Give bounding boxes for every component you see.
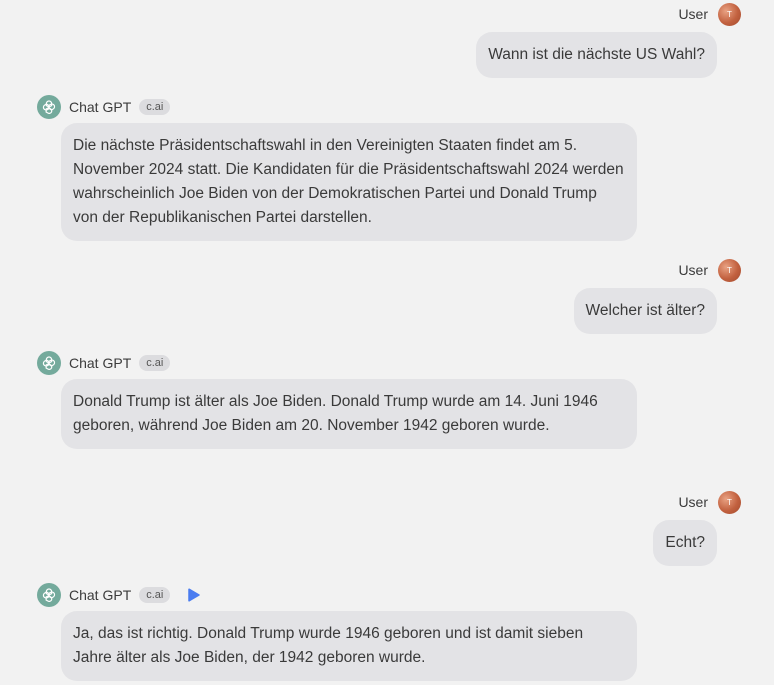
user-avatar[interactable]: T (718, 2, 741, 26)
user-avatar[interactable]: T (718, 258, 741, 282)
bot-tag-badge: c.ai (139, 355, 171, 371)
bot-message-bubble: Donald Trump ist älter als Joe Biden. Do… (61, 379, 637, 449)
bot-name: Chat GPT (69, 99, 132, 115)
bot-message-bubble: Die nächste Präsidentschaftswahl in den … (61, 123, 637, 241)
user-message-bubble: Wann ist die nächste US Wahl? (476, 32, 717, 78)
bot-tag-badge: c.ai (139, 99, 171, 115)
bot-message-bubble: Ja, das ist richtig. Donald Trump wurde … (61, 611, 637, 681)
user-message-bubble: Echt? (653, 520, 717, 566)
bot-header: Chat GPT c.ai (37, 95, 171, 119)
openai-logo-icon (37, 95, 61, 119)
bot-name: Chat GPT (69, 355, 132, 371)
openai-logo-icon (37, 351, 61, 375)
user-name: User (678, 494, 708, 510)
user-avatar[interactable]: T (718, 490, 741, 514)
user-header: User T (678, 258, 741, 282)
user-message-bubble: Welcher ist älter? (573, 288, 717, 334)
user-name: User (678, 262, 708, 278)
play-icon[interactable] (188, 588, 201, 602)
bot-name: Chat GPT (69, 587, 132, 603)
bot-header: Chat GPT c.ai (37, 351, 171, 375)
bot-header: Chat GPT c.ai (37, 583, 201, 607)
bot-tag-badge: c.ai (139, 587, 171, 603)
user-name: User (678, 6, 708, 22)
user-header: User T (678, 2, 741, 26)
openai-logo-icon (37, 583, 61, 607)
user-header: User T (678, 490, 741, 514)
